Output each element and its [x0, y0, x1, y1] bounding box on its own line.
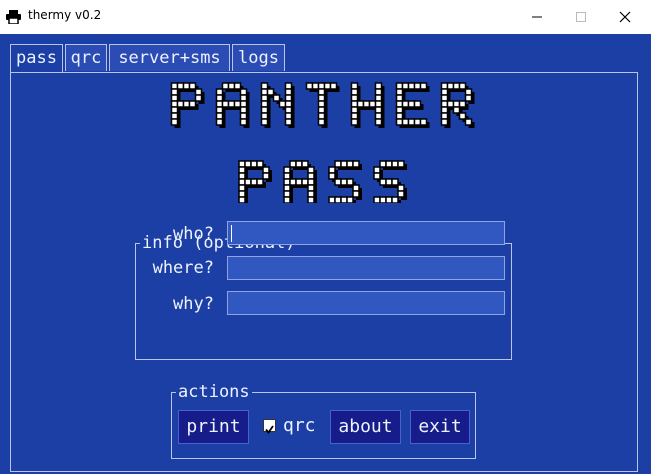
who-input[interactable] [227, 221, 505, 245]
maximize-button[interactable] [558, 0, 604, 33]
text-caret [231, 225, 232, 242]
panther-pass-logo: PANTHER PASS [170, 82, 475, 203]
qrc-checkbox-label: qrc [283, 415, 316, 436]
print-button[interactable]: print [178, 410, 249, 444]
why-input[interactable] [227, 291, 505, 315]
about-button[interactable]: about [330, 410, 401, 444]
tab-server-sms[interactable]: server+sms [109, 44, 230, 71]
minimize-button[interactable] [514, 0, 560, 33]
app-client-area: pass qrc server+sms logs PANTHERPASS inf… [0, 34, 651, 474]
logo-word: PASS [238, 160, 407, 203]
checkmark-icon [265, 425, 274, 434]
title-bar: thermy v0.2 [0, 0, 651, 35]
maximize-icon [576, 11, 586, 22]
who-label: who? [173, 224, 214, 244]
tab-qrc[interactable]: qrc [65, 44, 107, 71]
tab-pass[interactable]: pass [10, 44, 63, 73]
pass-panel: PANTHERPASS info (optional) who? where? … [10, 72, 638, 472]
logo-word: PANTHER [170, 82, 475, 128]
why-label: why? [173, 294, 214, 314]
tab-logs[interactable]: logs [232, 44, 285, 71]
minimize-icon [532, 16, 542, 17]
where-input[interactable] [227, 256, 505, 280]
close-button[interactable] [602, 0, 648, 33]
qrc-checkbox[interactable] [263, 419, 276, 434]
where-label: where? [152, 258, 214, 278]
printer-icon [6, 10, 21, 24]
actions-legend: actions [178, 382, 250, 402]
close-icon [619, 11, 631, 22]
window-title: thermy v0.2 [28, 8, 102, 22]
exit-button[interactable]: exit [410, 410, 470, 444]
